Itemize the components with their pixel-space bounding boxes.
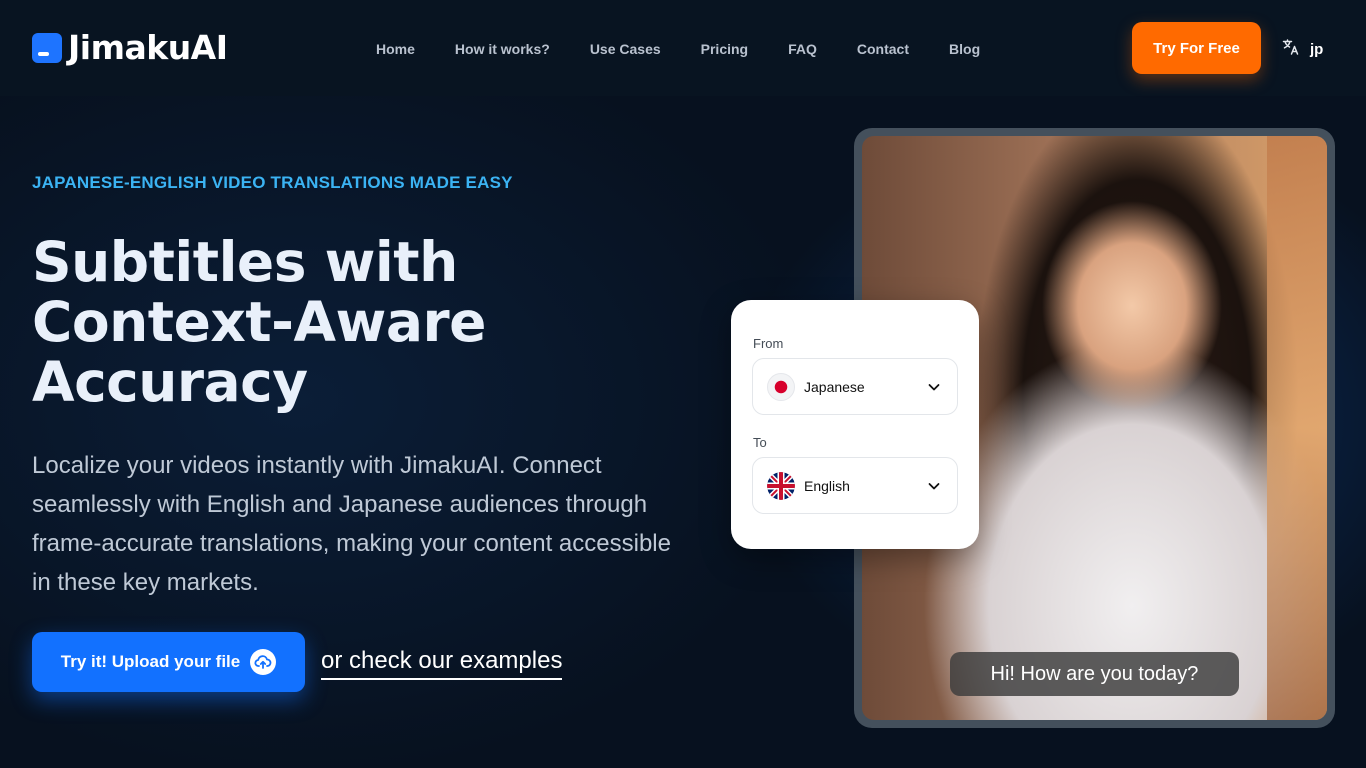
top-navigation-bar: JimakuAI Home How it works? Use Cases Pr…	[0, 0, 1366, 96]
nav-use-cases[interactable]: Use Cases	[570, 38, 681, 60]
upload-button-label: Try it! Upload your file	[60, 652, 241, 671]
nav-blog[interactable]: Blog	[929, 38, 1000, 60]
main-nav: Home How it works? Use Cases Pricing FAQ…	[356, 38, 1000, 60]
hero-description: Localize your videos instantly with Jima…	[32, 452, 671, 596]
hero-headline: Subtitles with Context-Aware Accuracy	[32, 232, 652, 412]
hero-eyebrow: JAPANESE-ENGLISH VIDEO TRANSLATIONS MADE…	[32, 173, 513, 192]
from-language-value: Japanese	[804, 378, 865, 395]
from-label: From	[753, 336, 784, 351]
uk-flag-icon	[767, 471, 795, 500]
try-for-free-button[interactable]: Try For Free	[1132, 22, 1261, 74]
nav-pricing[interactable]: Pricing	[681, 38, 768, 60]
upload-file-button[interactable]: Try it! Upload your file	[32, 632, 305, 692]
language-code: jp	[1310, 41, 1324, 58]
nav-faq[interactable]: FAQ	[768, 38, 837, 60]
logo-icon	[32, 33, 62, 63]
nav-contact[interactable]: Contact	[837, 38, 929, 60]
subtitle-caption: Hi! How are you today?	[950, 652, 1239, 696]
headline-line-1: Subtitles with	[32, 230, 458, 294]
background-window	[1267, 136, 1327, 720]
chevron-down-icon	[927, 479, 941, 496]
brand-name: JimakuAI	[68, 28, 228, 67]
japan-flag-icon	[767, 372, 795, 401]
translate-icon	[1282, 38, 1300, 61]
nav-home[interactable]: Home	[356, 38, 435, 60]
cloud-upload-icon	[250, 649, 277, 675]
check-examples-link[interactable]: or check our examples	[321, 646, 563, 680]
headline-line-3: Accuracy	[32, 350, 308, 414]
nav-how-it-works[interactable]: How it works?	[435, 38, 570, 60]
brand-logo[interactable]: JimakuAI	[32, 30, 228, 66]
to-language-select[interactable]: English	[752, 457, 958, 514]
to-label: To	[753, 435, 767, 450]
headline-line-2: Context-Aware	[32, 290, 486, 354]
language-selector-card: From Japanese To English	[731, 300, 979, 549]
from-language-select[interactable]: Japanese	[752, 358, 958, 415]
language-switcher[interactable]: jp	[1282, 38, 1323, 61]
chevron-down-icon	[927, 380, 941, 397]
to-language-value: English	[804, 477, 850, 494]
